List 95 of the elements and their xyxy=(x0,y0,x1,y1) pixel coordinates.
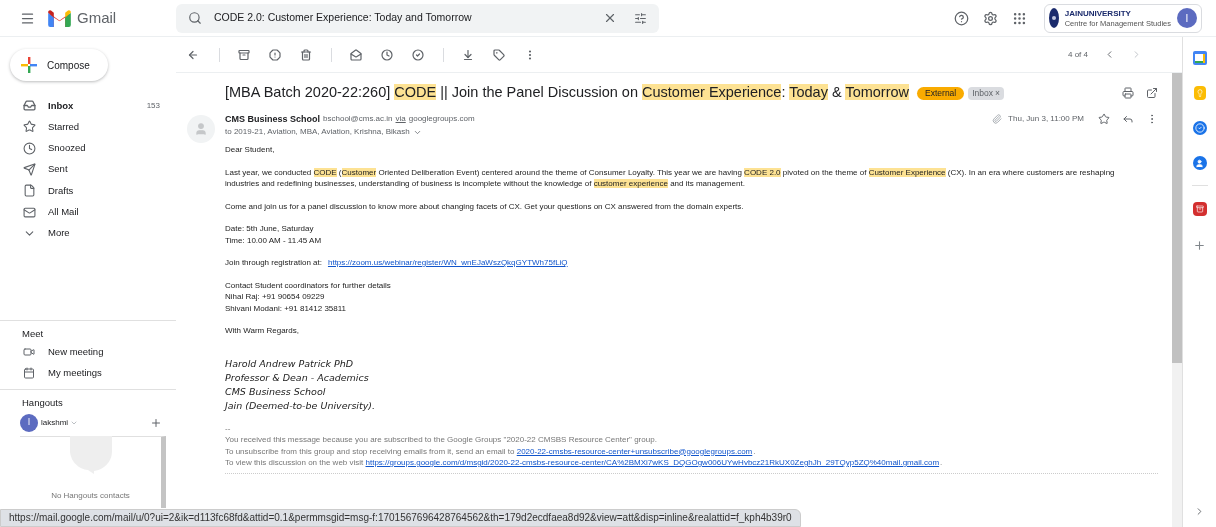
paperclip-icon xyxy=(992,114,1003,124)
search-field[interactable]: CODE 2.0: Customer Experience: Today and Tomorrow xyxy=(176,3,659,33)
app-name: Gmail xyxy=(77,7,117,28)
remove-label-icon[interactable]: × xyxy=(995,86,1000,100)
pager-text: 4 of 4 xyxy=(1068,48,1088,61)
footer-text: To view this discussion on the web visit xyxy=(225,457,365,469)
open-envelope-icon[interactable] xyxy=(350,48,362,61)
via-link[interactable]: via xyxy=(395,113,406,125)
footer-link[interactable]: https://groups.google.com/d/msgid/2020-22-cmsbs-resource-center/CA%2BMXi7wKS_DQGOgw006UYwHvbcz21RkUX0ZeghJh_29TQyp5ZQ%40mail.gmail.com xyxy=(365,457,940,469)
footer-text: To unsubscribe from this group and stop receiving emails from it, send an email to xyxy=(225,445,516,457)
meet-item[interactable]: New meeting xyxy=(0,341,176,363)
back-arrow-icon[interactable] xyxy=(187,48,199,61)
body-text: Time: 10.00 AM - 11.45 AM xyxy=(225,234,322,246)
status-url: https://mail.google.com/mail/u/0?ui=2&ik=d113fc68fd&attid=0.1&permmsgid=msg-f:1701567696428764562&th=179d2ecdfaea8d92&view=att&disp=inline&realattid=f_kph4b39r0 xyxy=(0,509,801,527)
body-text: With Warm Regards, xyxy=(225,325,299,337)
video-camera-icon xyxy=(23,345,35,358)
send-icon xyxy=(23,163,36,177)
logo-name: JAINUNIVERSITY xyxy=(1064,8,1132,19)
inbox-icon xyxy=(23,99,36,113)
body-text: Date: 5th June, Saturday xyxy=(225,223,314,235)
scrollbar[interactable] xyxy=(1172,73,1182,527)
trash-icon[interactable] xyxy=(300,48,312,61)
sidebar-item[interactable]: All Mail xyxy=(0,201,176,223)
footer-link[interactable]: 2020-22-cmsbs-resource-center+unsubscribe@googlegroups.com xyxy=(516,445,753,457)
add-icon[interactable] xyxy=(150,416,162,429)
clear-search-icon[interactable] xyxy=(603,11,617,25)
clock-icon xyxy=(23,141,36,155)
settings-icon[interactable] xyxy=(982,10,998,26)
search-icon[interactable] xyxy=(188,11,202,25)
star-icon xyxy=(23,120,36,134)
compose-button[interactable]: Compose xyxy=(10,49,108,81)
body-text: Come and join us for a panel discussion to know more about changing facets of CX. Get your questions on CX answered from the domain experts. xyxy=(225,200,744,212)
archive-icon[interactable] xyxy=(238,48,250,61)
meet-item[interactable]: My meetings xyxy=(0,362,176,384)
body-text: Join through registration at: xyxy=(225,257,322,269)
body-text: Dear Student, xyxy=(225,144,275,156)
print-icon[interactable] xyxy=(1122,87,1134,99)
sidebar-item[interactable]: Drafts xyxy=(0,180,176,202)
help-icon[interactable] xyxy=(953,10,969,26)
contacts-icon[interactable] xyxy=(1192,156,1207,170)
section-title: Hangouts xyxy=(22,396,63,411)
body-text: Nihal Raj: +91 90654 09229 xyxy=(225,291,325,303)
download-tray-icon[interactable] xyxy=(462,48,474,61)
speech-bubble-icon xyxy=(69,435,112,474)
sidebar-item[interactable]: Starred xyxy=(0,116,176,138)
external-badge: External xyxy=(917,86,965,100)
body-paragraph: Last year, we conducted CODE (Customer Oriented Deliberation Event) centered around the theme of Consumer Loyalty. This year we are having CODE 2.0 pivoted on the theme of Customer Experience (CX). In an era where customers are reshaping industries and redefining businesses, understanding of business is incomplete without the knowledge of customer experience and its management. xyxy=(225,166,1116,190)
body-text: Shivani Modani: +91 81412 35811 xyxy=(225,302,347,314)
addon-icon[interactable] xyxy=(1192,202,1207,216)
message-date: Thu, Jun 3, 11:00 PM xyxy=(1008,113,1084,125)
inbox-label[interactable]: Inbox × xyxy=(968,86,1004,100)
report-spam-icon[interactable] xyxy=(269,48,281,61)
clock-icon[interactable] xyxy=(381,48,393,61)
separator-text: -- xyxy=(225,422,231,434)
body-text: Contact Student coordinators for further details xyxy=(225,279,391,291)
apps-grid-icon[interactable] xyxy=(1011,10,1027,26)
check-circle-icon[interactable] xyxy=(412,48,424,61)
star-icon[interactable] xyxy=(1098,113,1110,125)
section-title: Meet xyxy=(22,327,44,342)
footer-text: . xyxy=(753,445,756,457)
email-subject: [MBA Batch 2020-22:260] CODE || Join the Panel Discussion on Customer Experience: Today & Tomorrow xyxy=(225,83,910,103)
footer-text: You received this message because you are subscribed to the Google Groups "2020-22 CMSBS Resource Center" group. xyxy=(225,434,657,446)
user-avatar[interactable]: l xyxy=(20,413,38,432)
account-avatar[interactable]: I xyxy=(1177,8,1197,28)
sidebar-item[interactable]: More xyxy=(0,222,176,245)
mail-icon xyxy=(23,205,36,219)
signature-line: CMS Business School xyxy=(225,384,326,399)
new-window-icon[interactable] xyxy=(1146,87,1158,99)
registration-link[interactable]: https://zoom.us/webinar/register/WN_wnEJaWszQkqGYTWh75fLiQ xyxy=(327,257,568,269)
signature-line: Jain (Deemed-to-be University). xyxy=(225,398,376,413)
empty-hangouts-text: No Hangouts contacts xyxy=(51,489,130,502)
footer-text: . xyxy=(940,457,943,469)
file-icon xyxy=(23,184,36,198)
calendar-icon xyxy=(23,366,35,379)
calendar-icon[interactable] xyxy=(1192,51,1207,65)
sender-email: bschool@cms.ac.in xyxy=(323,113,393,125)
add-icon[interactable] xyxy=(1193,239,1206,252)
hangouts-user[interactable]: lakshmi xyxy=(41,416,69,429)
signature-line: Harold Andrew Patrick PhD xyxy=(225,356,354,371)
recipients-text: to 2019-21, Aviation, MBA, Aviation, Krishna, Bikash xyxy=(225,126,410,138)
sender-name: CMS Business School xyxy=(225,113,321,125)
main-menu-button[interactable] xyxy=(20,10,35,26)
reply-icon[interactable] xyxy=(1122,113,1134,125)
plus-icon xyxy=(21,57,37,73)
university-emblem-icon xyxy=(1048,8,1059,28)
signature-line: Professor & Dean - Academics xyxy=(225,370,369,385)
sidebar-item[interactable]: Snoozed xyxy=(0,137,176,159)
search-options-icon[interactable] xyxy=(634,11,647,25)
tasks-icon[interactable] xyxy=(1192,121,1207,135)
sender-avatar xyxy=(187,115,215,143)
sidebar-item[interactable]: Sent xyxy=(0,158,176,181)
sender-domain: googlegroups.com xyxy=(408,113,475,125)
sidebar-item[interactable]: Inbox 153 xyxy=(0,95,176,117)
tag-icon[interactable] xyxy=(493,48,505,61)
gmail-logo-icon xyxy=(48,9,71,27)
